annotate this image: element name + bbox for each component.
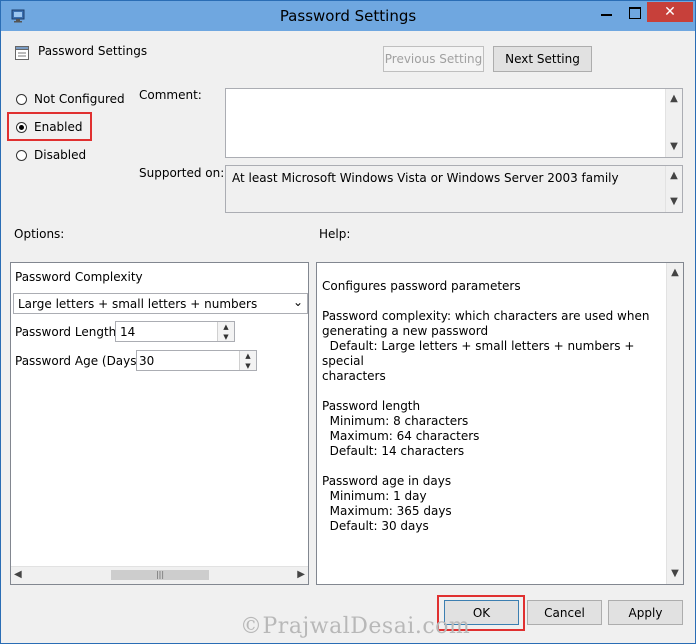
comment-textbox[interactable]: ▲ ▼ bbox=[225, 88, 683, 158]
supported-on-label: Supported on: bbox=[139, 166, 225, 180]
radio-enabled[interactable]: Enabled bbox=[16, 118, 86, 138]
scroll-down-icon[interactable]: ▼ bbox=[667, 566, 683, 582]
maximize-icon bbox=[629, 7, 641, 19]
spin-up-icon[interactable]: ▲ bbox=[218, 322, 234, 332]
password-age-label: Password Age (Days) bbox=[15, 354, 142, 368]
minimize-icon bbox=[601, 14, 612, 16]
policy-setting-icon bbox=[14, 45, 30, 61]
supported-scrollbar[interactable]: ▲ ▼ bbox=[665, 166, 682, 212]
scroll-up-icon[interactable]: ▲ bbox=[667, 265, 683, 281]
window-title: Password Settings bbox=[279, 7, 417, 25]
previous-setting-button[interactable]: Previous Setting bbox=[383, 46, 484, 72]
scroll-up-icon[interactable]: ▲ bbox=[666, 168, 682, 184]
password-complexity-label: Password Complexity bbox=[15, 270, 143, 284]
radio-not-configured[interactable]: Not Configured bbox=[16, 90, 136, 110]
setting-heading: Password Settings bbox=[38, 44, 148, 58]
scroll-thumb[interactable]: ||| bbox=[111, 570, 209, 580]
help-section-label: Help: bbox=[319, 227, 351, 241]
minimize-button[interactable] bbox=[592, 2, 621, 22]
close-button[interactable]: ✕ bbox=[647, 2, 693, 22]
password-age-value: 30 bbox=[139, 354, 155, 368]
help-panel: Configures password parameters Password … bbox=[316, 262, 684, 585]
password-complexity-select[interactable]: Large letters + small letters + numbers … bbox=[13, 293, 308, 314]
spin-down-icon[interactable]: ▼ bbox=[240, 361, 256, 371]
scroll-down-icon[interactable]: ▼ bbox=[666, 139, 682, 155]
chevron-down-icon[interactable]: ⌄ bbox=[293, 295, 303, 309]
length-spin-buttons[interactable]: ▲ ▼ bbox=[217, 322, 234, 341]
cancel-button[interactable]: Cancel bbox=[527, 600, 602, 625]
scroll-left-icon[interactable]: ◀ bbox=[14, 567, 22, 583]
next-setting-button[interactable]: Next Setting bbox=[493, 46, 592, 72]
help-text: Configures password parameters Password … bbox=[322, 279, 650, 533]
comment-scrollbar[interactable]: ▲ ▼ bbox=[665, 89, 682, 157]
help-scrollbar[interactable]: ▲ ▼ bbox=[666, 263, 683, 584]
radio-label: Enabled bbox=[34, 120, 83, 134]
scroll-right-icon[interactable]: ▶ bbox=[297, 567, 305, 583]
radio-label: Not Configured bbox=[34, 92, 125, 106]
radio-disabled[interactable]: Disabled bbox=[16, 146, 96, 166]
options-horizontal-scrollbar[interactable]: ◀ ||| ▶ bbox=[11, 566, 308, 584]
spin-up-icon[interactable]: ▲ bbox=[240, 351, 256, 361]
password-age-stepper[interactable]: 30 ▲ ▼ bbox=[136, 350, 257, 371]
apply-button[interactable]: Apply bbox=[608, 600, 683, 625]
complexity-selected-value: Large letters + small letters + numbers bbox=[18, 297, 258, 311]
radio-circle-checked[interactable] bbox=[16, 122, 27, 133]
title-bar[interactable]: Password Settings ✕ bbox=[1, 1, 695, 31]
options-section-label: Options: bbox=[14, 227, 65, 241]
supported-on-value: At least Microsoft Windows Vista or Wind… bbox=[232, 171, 619, 185]
scroll-down-icon[interactable]: ▼ bbox=[666, 194, 682, 210]
maximize-button[interactable] bbox=[621, 2, 647, 22]
comment-label: Comment: bbox=[139, 88, 202, 102]
watermark: ©PrajwalDesai.com bbox=[240, 614, 471, 639]
radio-circle[interactable] bbox=[16, 94, 27, 105]
password-length-label: Password Length bbox=[15, 325, 117, 339]
close-icon: ✕ bbox=[664, 4, 676, 20]
scroll-up-icon[interactable]: ▲ bbox=[666, 91, 682, 107]
password-length-value: 14 bbox=[120, 325, 136, 339]
age-spin-buttons[interactable]: ▲ ▼ bbox=[239, 351, 256, 370]
supported-on-box[interactable]: At least Microsoft Windows Vista or Wind… bbox=[225, 165, 683, 213]
password-length-stepper[interactable]: 14 ▲ ▼ bbox=[115, 321, 235, 342]
options-panel: Password Complexity Large letters + smal… bbox=[10, 262, 309, 585]
spin-down-icon[interactable]: ▼ bbox=[218, 332, 234, 342]
radio-circle[interactable] bbox=[16, 150, 27, 161]
radio-label: Disabled bbox=[34, 148, 87, 162]
